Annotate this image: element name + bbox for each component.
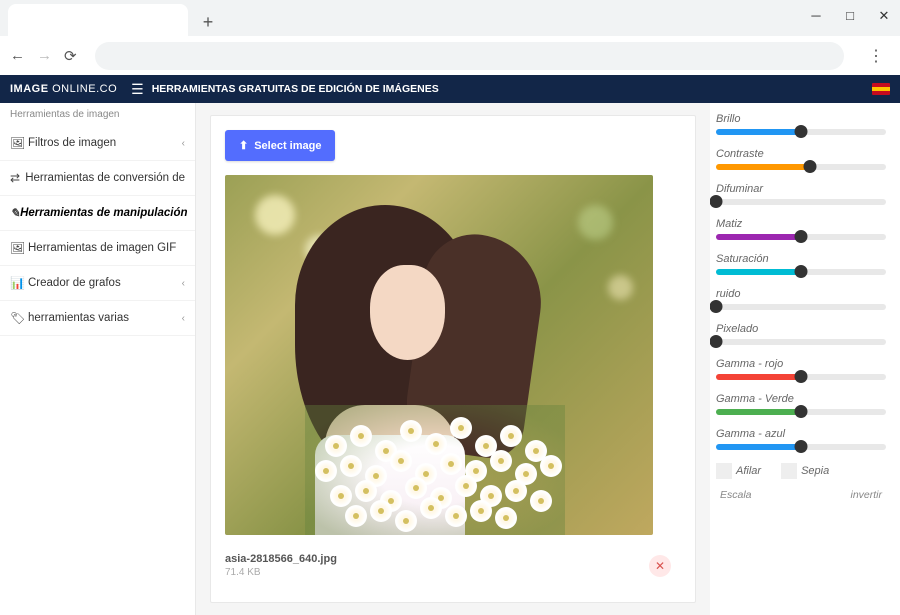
select-image-button[interactable]: ⬆ Select image: [225, 130, 335, 161]
sidebar-item-label: Creador de grafos: [28, 277, 121, 289]
app-header: IMAGE ONLINE.CO ☰ HERRAMIENTAS GRATUITAS…: [0, 75, 900, 103]
maximize-button[interactable]: □: [842, 8, 858, 24]
image-preview[interactable]: [225, 175, 653, 535]
sharpen-checkbox[interactable]: Afilar: [716, 463, 761, 479]
slider-track[interactable]: [716, 164, 886, 170]
slider-thumb[interactable]: [803, 160, 816, 173]
sidebar-item-0[interactable]: 🖼Filtros de imagen ‹: [0, 126, 195, 161]
hamburger-icon[interactable]: ☰: [131, 81, 144, 98]
slider-track[interactable]: [716, 374, 886, 380]
slider-thumb[interactable]: [795, 265, 808, 278]
image-icon: 🖼: [10, 136, 28, 150]
sidebar-item-label: Herramientas de conversión de: [25, 172, 185, 184]
slider-gamma---rojo: Gamma - rojo: [716, 358, 886, 380]
browser-menu-button[interactable]: ⋮: [862, 46, 890, 66]
slider-ruido: ruido: [716, 288, 886, 310]
slider-track[interactable]: [716, 444, 886, 450]
scale-label: Escala: [720, 489, 752, 501]
minimize-button[interactable]: ─: [808, 8, 824, 24]
slider-label: Contraste: [716, 148, 886, 160]
address-bar[interactable]: [95, 42, 844, 70]
slider-thumb[interactable]: [795, 440, 808, 453]
sliders-panel: Brillo Contraste Difuminar Matiz Saturac…: [710, 103, 900, 615]
chevron-left-icon: ‹: [182, 278, 185, 289]
slider-thumb[interactable]: [710, 195, 723, 208]
sidebar: Herramientas de imagen 🖼Filtros de image…: [0, 103, 196, 615]
slider-label: Difuminar: [716, 183, 886, 195]
slider-track[interactable]: [716, 304, 886, 310]
sidebar-item-2[interactable]: ✎Herramientas de manipulación: [0, 196, 195, 231]
sidebar-item-label: Herramientas de manipulación: [20, 207, 187, 219]
browser-tab[interactable]: [8, 4, 188, 36]
slider-label: Gamma - azul: [716, 428, 886, 440]
header-title: HERRAMIENTAS GRATUITAS DE EDICIÓN DE IMÁ…: [152, 83, 439, 95]
slider-matiz: Matiz: [716, 218, 886, 240]
slider-thumb[interactable]: [795, 230, 808, 243]
sidebar-item-label: herramientas varias: [28, 312, 129, 324]
slider-track[interactable]: [716, 409, 886, 415]
language-flag[interactable]: [872, 83, 890, 95]
slider-thumb[interactable]: [795, 405, 808, 418]
slider-gamma---verde: Gamma - Verde: [716, 393, 886, 415]
slider-track[interactable]: [716, 339, 886, 345]
upload-icon: ⬆: [239, 139, 248, 152]
slider-track[interactable]: [716, 234, 886, 240]
slider-track[interactable]: [716, 199, 886, 205]
sepia-checkbox[interactable]: Sepia: [781, 463, 829, 479]
close-window-button[interactable]: ✕: [876, 8, 892, 24]
slider-label: Brillo: [716, 113, 886, 125]
forward-button[interactable]: →: [37, 47, 52, 65]
slider-difuminar: Difuminar: [716, 183, 886, 205]
slider-track[interactable]: [716, 129, 886, 135]
tags-icon: 🏷: [10, 311, 28, 325]
sidebar-item-label: Filtros de imagen: [28, 137, 116, 149]
slider-label: Gamma - rojo: [716, 358, 886, 370]
sidebar-item-3[interactable]: 🖼Herramientas de imagen GIF: [0, 231, 195, 266]
slider-label: ruido: [716, 288, 886, 300]
wrench-icon: ✎: [10, 206, 20, 220]
slider-gamma---azul: Gamma - azul: [716, 428, 886, 450]
slider-saturación: Saturación: [716, 253, 886, 275]
new-tab-button[interactable]: +: [194, 8, 222, 36]
slider-thumb[interactable]: [795, 370, 808, 383]
file-name: asia-2818566_640.jpg: [225, 553, 337, 565]
sidebar-item-4[interactable]: 📊Creador de grafos ‹: [0, 266, 195, 301]
slider-label: Matiz: [716, 218, 886, 230]
slider-label: Saturación: [716, 253, 886, 265]
sidebar-item-1[interactable]: ⇄Herramientas de conversión de: [0, 161, 195, 196]
remove-image-button[interactable]: ✕: [649, 555, 671, 577]
slider-track[interactable]: [716, 269, 886, 275]
chevron-left-icon: ‹: [182, 313, 185, 324]
slider-thumb[interactable]: [710, 300, 723, 313]
shuffle-icon: ⇄: [10, 171, 25, 185]
sidebar-item-label: Herramientas de imagen GIF: [28, 242, 176, 254]
slider-pixelado: Pixelado: [716, 323, 886, 345]
slider-label: Gamma - Verde: [716, 393, 886, 405]
slider-contraste: Contraste: [716, 148, 886, 170]
back-button[interactable]: ←: [10, 47, 25, 65]
slider-thumb[interactable]: [710, 335, 723, 348]
reload-button[interactable]: ⟳: [64, 47, 77, 65]
main-content: ⬆ Select image: [196, 103, 710, 615]
gif-icon: 🖼: [10, 241, 28, 255]
chart-icon: 📊: [10, 276, 28, 290]
chevron-left-icon: ‹: [182, 138, 185, 149]
slider-brillo: Brillo: [716, 113, 886, 135]
sidebar-item-5[interactable]: 🏷herramientas varias ‹: [0, 301, 195, 336]
browser-chrome: + ─ □ ✕ ← → ⟳ ⋮: [0, 0, 900, 75]
invert-label: invertir: [850, 489, 882, 501]
slider-label: Pixelado: [716, 323, 886, 335]
logo[interactable]: IMAGE ONLINE.CO: [10, 83, 117, 95]
file-size: 71.4 KB: [225, 567, 337, 578]
sidebar-section-label: Herramientas de imagen: [0, 103, 195, 126]
slider-thumb[interactable]: [795, 125, 808, 138]
